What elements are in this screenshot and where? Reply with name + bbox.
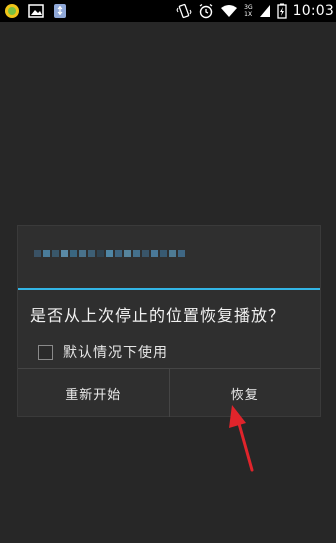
network-top-label: 3G [244, 4, 253, 11]
vibrate-icon [176, 3, 192, 19]
network-bottom-label: 1X [244, 11, 253, 18]
status-bar-right: 3G 1X 10:03 [170, 2, 334, 20]
default-checkbox[interactable] [38, 344, 53, 360]
resume-playback-dialog: 是否从上次停止的位置恢复播放？ 默认情况下使用 重新开始 恢复 [18, 226, 320, 417]
image-icon [28, 3, 44, 19]
default-checkbox-row[interactable]: 默认情况下使用 [38, 342, 168, 362]
wifi-icon [220, 4, 238, 18]
alarm-icon [198, 3, 214, 19]
dialog-title [18, 226, 320, 288]
blurred-title-text [34, 250, 185, 257]
default-checkbox-label: 默认情况下使用 [63, 345, 168, 361]
restart-button[interactable]: 重新开始 [18, 369, 169, 417]
resume-button[interactable]: 恢复 [170, 369, 321, 417]
usb-icon [52, 3, 68, 19]
dialog-message: 是否从上次停止的位置恢复播放？ [30, 306, 286, 325]
dialog-buttons: 重新开始 恢复 [18, 368, 320, 417]
network-type-label: 3G 1X [244, 4, 252, 18]
signal-icon [259, 4, 271, 18]
title-divider [18, 288, 320, 290]
battery-icon [276, 3, 287, 19]
app-icon [4, 3, 20, 19]
clock: 10:03 [292, 3, 334, 19]
status-bar: 3G 1X 10:03 [0, 0, 336, 22]
screen: 3G 1X 10:03 是否从上次停止的位置恢复播放？ 默认情况下使用 重新开始… [0, 0, 336, 543]
status-bar-left [4, 2, 76, 20]
